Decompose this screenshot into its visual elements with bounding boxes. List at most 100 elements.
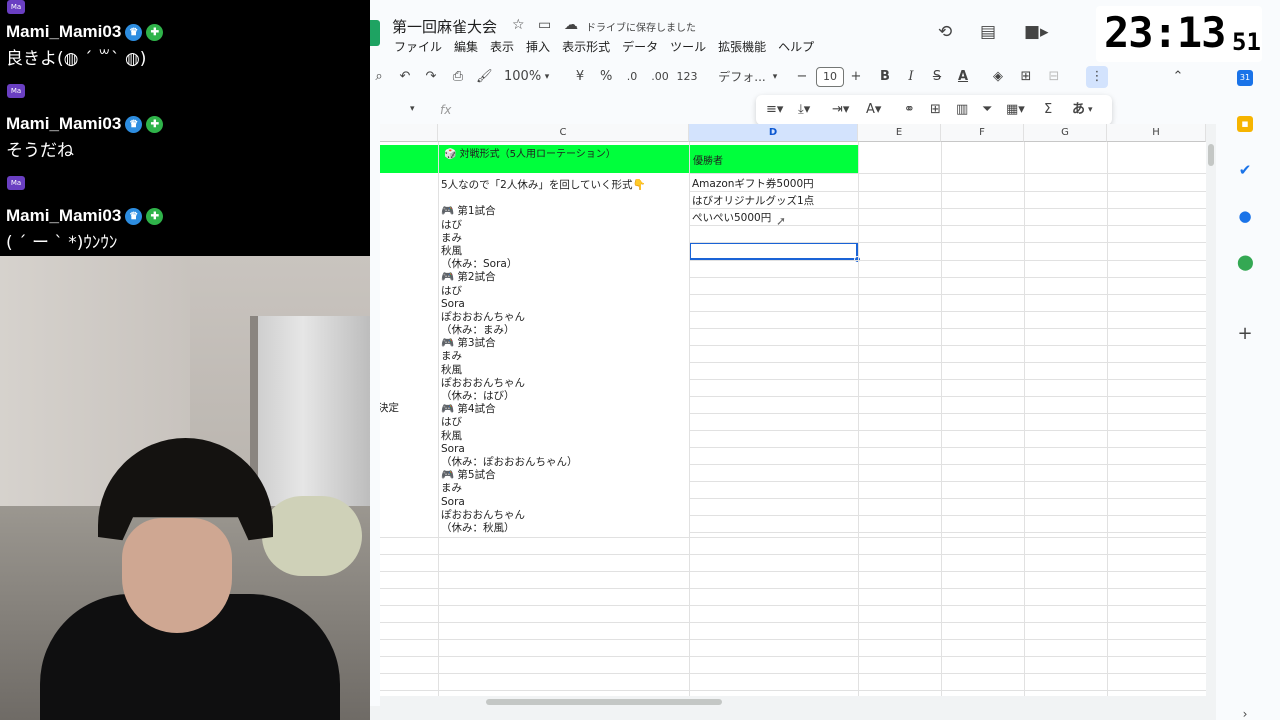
grid-row-line [689,173,1206,174]
menu-data[interactable]: データ [622,38,658,55]
column-header-e[interactable]: E [858,124,941,142]
cell-b-partial[interactable]: 決定 [380,400,399,415]
decrease-decimal-button[interactable]: .0 [624,64,640,90]
menu-bar: ファイル 編集 表示 挿入 表示形式 データ ツール 拡張機能 ヘルプ [394,38,826,55]
strikethrough-button[interactable]: S [930,64,944,90]
borders-icon[interactable]: ⊞ [1018,64,1034,90]
cell-c-header[interactable]: 🎲 対戦形式（5人用ローテーション） [444,145,616,160]
collapse-menu-icon[interactable]: ⌃ [1170,64,1186,90]
cell-d-prize-1[interactable]: Amazonギフト券5000円 [692,176,814,191]
name-box-chevron-icon[interactable]: ▾ [410,104,415,114]
grid-row-line [380,639,1206,640]
cell-d-header[interactable]: 優勝者 [693,152,723,167]
add-icon[interactable]: + [1237,325,1253,343]
tasks-icon[interactable]: ✔ [1237,162,1253,178]
selected-cell[interactable] [689,242,858,260]
fill-color-icon[interactable]: ◈ [990,64,1006,90]
bold-button[interactable]: B [878,64,892,90]
folder-icon[interactable]: ▭ [538,17,551,33]
chevron-right-icon[interactable]: › [1237,706,1253,720]
menu-file[interactable]: ファイル [394,38,442,55]
column-header-b[interactable] [380,124,438,142]
print-icon[interactable]: ⎙ [450,64,466,90]
column-header-d[interactable]: D [689,124,858,142]
horizontal-scroll-thumb[interactable] [486,699,722,705]
formula-bar: ▾ fx [370,100,750,122]
sheets-logo-icon[interactable] [370,20,380,46]
font-size-increase-icon[interactable]: + [850,64,862,90]
contacts-icon[interactable]: ● [1237,208,1253,224]
percent-button[interactable]: % [600,64,612,90]
menu-help[interactable]: ヘルプ [778,38,814,55]
column-header-h[interactable]: H [1107,124,1206,142]
search-icon[interactable]: ⌕ [372,64,386,90]
comment-icon[interactable]: ▤ [980,22,996,42]
chat-username: Mami_Mami03 [6,206,122,225]
cell-d-prize-3[interactable]: ぺいぺい5000円 [692,210,771,225]
column-header-c[interactable]: C [438,124,689,142]
grid-row-line [689,345,1206,346]
cell-c-line: （休み：Sora） [441,258,518,271]
cell-c-line: 🎮 第4試合 [441,403,496,416]
video-icon[interactable]: ■▸ [1024,22,1049,42]
functions-button[interactable]: Σ [1044,95,1052,125]
menu-tools[interactable]: ツール [670,38,706,55]
filter-views-icon[interactable]: ▦▾ [1006,95,1025,125]
cell-c-line: Sora [441,495,465,508]
history-icon[interactable]: ⟲ [938,22,952,42]
vertical-scroll-thumb[interactable] [1208,144,1214,166]
chevron-down-icon[interactable]: ▾ [542,64,552,90]
toolbar: ⌕ ↶ ↷ ⎙ 🖌 100% ▾ ¥ % .0 .00 123 デフォ... ▾… [370,64,1280,90]
increase-decimal-button[interactable]: .00 [650,64,670,90]
chart-insert-icon[interactable]: ▥ [956,95,968,125]
comment-insert-icon[interactable]: ⊞ [930,95,941,125]
grid-row-line [689,277,1206,278]
document-title[interactable]: 第一回麻雀大会 [392,16,497,37]
grid-row-line [689,208,1206,209]
sheet-grid[interactable]: C D E F G H 🎲 対戦形式（5人用ローテーション） 優勝者 5人なので… [380,124,1206,696]
align-horizontal-icon[interactable]: ≡▾ [766,95,783,125]
cell-d-prize-2[interactable]: はびオリジナルグッズ1点 [692,193,814,208]
grid-row-line [689,311,1206,312]
chevron-down-icon[interactable]: ▾ [1088,95,1093,125]
zoom-select[interactable]: 100% [504,64,541,90]
text-rotation-icon[interactable]: A▾ [866,95,881,125]
vertical-scrollbar[interactable] [1206,124,1216,696]
chevron-down-icon[interactable]: ▾ [770,64,780,90]
font-size-input[interactable]: 10 [816,67,844,87]
column-header-g[interactable]: G [1024,124,1107,142]
merge-cells-icon[interactable]: ⊟ [1046,64,1062,90]
redo-icon[interactable]: ↷ [424,64,438,90]
cell-c-content[interactable]: 5人なので「2人休み」を回していく形式👇 🎮 第1試合 はび まみ 秋風 （休み：Sor… [441,179,691,535]
input-tools-button[interactable]: あ [1072,95,1085,125]
star-icon[interactable]: ☆ [512,17,525,33]
link-icon[interactable]: ⚭ [904,95,915,125]
calendar-icon[interactable]: 31 [1237,70,1253,86]
grid-row-line [380,571,1206,572]
keep-icon[interactable]: ▪ [1237,116,1253,132]
italic-button[interactable]: I [904,64,918,90]
maps-icon[interactable]: ⬤ [1237,254,1254,270]
fx-label: fx [440,103,452,117]
column-header-f[interactable]: F [941,124,1024,142]
text-color-button[interactable]: A [956,64,970,90]
save-status: ドライブに保存しました [586,23,696,34]
font-size-decrease-icon[interactable]: − [796,64,808,90]
menu-edit[interactable]: 編集 [454,38,478,55]
undo-icon[interactable]: ↶ [398,64,412,90]
text-wrap-icon[interactable]: ⇥▾ [832,95,849,125]
chat-message: Mami_Mami03 ♛ ✚ 良きよ(◍ ´ ꒳` ◍) [6,22,164,69]
align-vertical-icon[interactable]: ⤓▾ [798,95,810,125]
number-format-button[interactable]: 123 [676,64,698,90]
grid-row-line [380,656,1206,657]
paint-format-icon[interactable]: 🖌 [476,64,493,90]
currency-button[interactable]: ¥ [574,64,586,90]
menu-view[interactable]: 表示 [490,38,514,55]
menu-extensions[interactable]: 拡張機能 [718,38,766,55]
webcam-feed [0,256,370,720]
filter-icon[interactable]: ⏷ [982,95,992,125]
more-options-icon[interactable]: ⋮ [1086,66,1108,88]
menu-insert[interactable]: 挿入 [526,38,550,55]
menu-format[interactable]: 表示形式 [562,38,610,55]
font-select[interactable]: デフォ... [714,64,770,90]
